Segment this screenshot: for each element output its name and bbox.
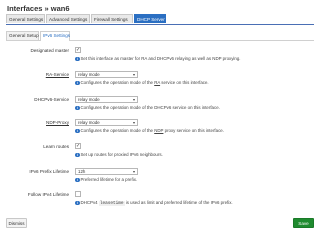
sub-tabs: General Setup IPv6 Settings — [6, 31, 314, 41]
chevron-down-icon: ▾ — [132, 97, 135, 102]
ndp-proxy-desc: i Configures the operation mode of the ND… — [75, 128, 224, 134]
follow-ipv4-lifetime-checkbox[interactable] — [75, 191, 81, 197]
tab-advanced-settings[interactable]: Advanced Settings — [46, 14, 90, 23]
designated-master-desc: i Set this interface as master for RA and… — [75, 56, 241, 62]
ipv6-prefix-lifetime-label: IPv6 Prefix Lifetime — [29, 169, 69, 174]
tab-dhcp-server[interactable]: DHCP Server — [134, 14, 166, 23]
ipv6-prefix-lifetime-desc: i Preferred lifetime for a prefix. — [75, 177, 138, 183]
dhcpv6-service-label: DHCPv6-Service — [34, 97, 69, 102]
dhcpv6-service-select[interactable]: relay mode ▾ — [75, 96, 138, 103]
info-icon: i — [75, 105, 80, 111]
dhcpv6-service-desc: i Configures the operation mode of the DH… — [75, 105, 220, 111]
ra-service-select[interactable]: relay mode ▾ — [75, 71, 138, 78]
info-icon: i — [75, 152, 80, 158]
designated-master-checkbox[interactable]: ✓ — [75, 47, 81, 53]
designated-master-label: Designated master — [30, 48, 69, 53]
save-button[interactable]: Save — [293, 218, 314, 228]
ra-service-desc: i Configures the operation mode of the RA… — [75, 80, 209, 86]
chevron-down-icon: ▾ — [132, 72, 135, 77]
ra-service-label: RA-Service — [45, 72, 69, 77]
ndp-proxy-select[interactable]: relay mode ▾ — [75, 119, 138, 126]
learn-routes-label: Learn routes — [43, 144, 69, 149]
info-icon: i — [75, 128, 80, 134]
chevron-down-icon: ▾ — [132, 169, 135, 174]
follow-ipv4-lifetime-desc: i DHCPv4 leasetime is used as limit and p… — [75, 200, 233, 206]
info-icon: i — [75, 80, 80, 86]
chevron-down-icon: ▾ — [132, 120, 135, 125]
tab-firewall-settings[interactable]: Firewall Settings — [91, 14, 133, 23]
follow-ipv4-lifetime-label: Follow IPv4 Lifetime — [27, 192, 69, 197]
subtab-ipv6-settings[interactable]: IPv6 Settings — [40, 31, 70, 41]
subtab-general-setup[interactable]: General Setup — [6, 31, 39, 40]
info-icon: i — [75, 56, 80, 62]
learn-routes-desc: i Set up routes for proxied IPv6 neighbou… — [75, 152, 163, 158]
info-icon: i — [75, 200, 80, 206]
ndp-proxy-label: NDP-Proxy — [46, 120, 69, 125]
main-tabs: General Settings Advanced Settings Firew… — [6, 14, 314, 25]
tab-general-settings[interactable]: General Settings — [6, 14, 45, 23]
checkmark-icon: ✓ — [76, 47, 81, 53]
learn-routes-checkbox[interactable]: ✓ — [75, 143, 81, 149]
checkmark-icon: ✓ — [76, 143, 81, 149]
info-icon: i — [75, 177, 80, 183]
dismiss-button[interactable]: Dismiss — [6, 218, 27, 228]
dialog-title: Interfaces » wan6 — [7, 4, 70, 13]
ipv6-prefix-lifetime-select[interactable]: 12h ▾ — [75, 168, 138, 175]
